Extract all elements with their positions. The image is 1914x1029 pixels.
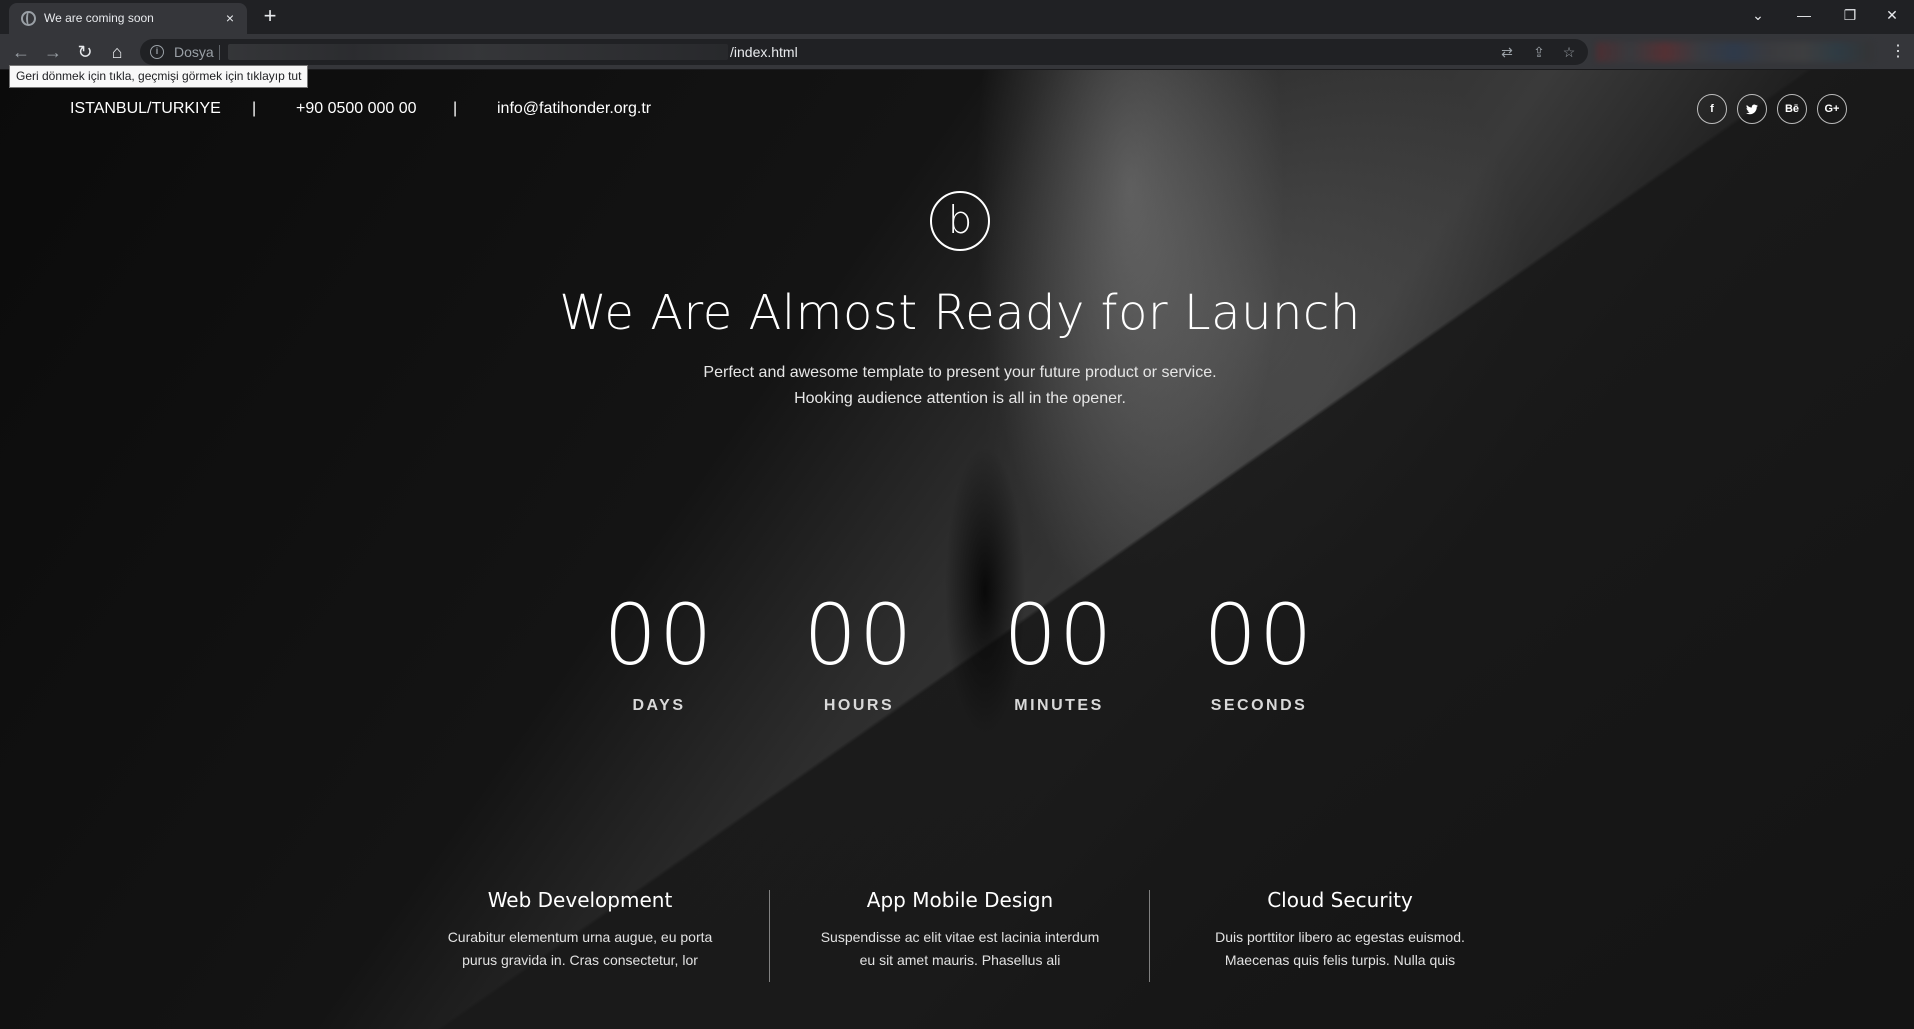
security-label[interactable]: Dosya [174, 44, 214, 60]
share-icon[interactable]: ⇪ [1530, 43, 1548, 61]
phone-text[interactable]: +90 0500 000 00 [296, 100, 417, 118]
home-button[interactable]: ⌂ [105, 41, 129, 63]
new-tab-button[interactable]: + [258, 4, 282, 28]
bookmark-star-icon[interactable]: ☆ [1560, 43, 1578, 61]
minimize-button[interactable]: — [1784, 3, 1824, 27]
countdown-hours: 00 [803, 586, 915, 684]
back-tooltip: Geri dönmek için tıkla, geçmişi görmek i… [9, 65, 309, 88]
countdown-seconds: 00 [1203, 586, 1315, 684]
feature-cloud-security: Cloud Security Duis porttitor libero ac … [1170, 888, 1510, 972]
globe-icon [21, 11, 36, 26]
feature-divider [1149, 890, 1150, 982]
countdown-days-label: DAYS [632, 697, 686, 714]
countdown-hours-label: HOURS [823, 697, 895, 714]
countdown-seconds-label: SECONDS [1210, 697, 1308, 714]
feature-app-mobile-design: App Mobile Design Suspendisse ac elit vi… [790, 888, 1130, 972]
subtitle-line-2: Hooking audience attention is all in the… [794, 390, 1126, 407]
extensions-area[interactable] [1596, 42, 1872, 62]
coming-soon-page: ISTANBUL/TURKIYE | +90 0500 000 00 | inf… [0, 70, 1914, 1029]
feature-title: App Mobile Design [866, 888, 1054, 912]
url-redacted [228, 44, 728, 60]
google-plus-icon[interactable]: G+ [1817, 94, 1847, 124]
separator: | [453, 100, 458, 117]
menu-icon[interactable]: ⋮ [1890, 41, 1906, 63]
back-button[interactable]: ← [9, 41, 33, 63]
location-text: ISTANBUL/TURKIYE [70, 100, 221, 117]
divider [219, 45, 220, 60]
email-link[interactable]: info@fatihonder.org.tr [497, 100, 651, 118]
info-icon[interactable]: i [150, 45, 164, 59]
facebook-icon[interactable]: f [1697, 94, 1727, 124]
feature-text: Curabitur elementum urna augue, eu porta… [447, 929, 713, 968]
translate-icon[interactable]: ⇄ [1498, 43, 1516, 61]
countdown-days: 00 [603, 586, 715, 684]
tab-close-icon[interactable]: × [221, 9, 239, 27]
separator: | [252, 100, 257, 117]
feature-title: Cloud Security [1267, 888, 1413, 912]
twitter-icon[interactable] [1737, 94, 1767, 124]
countdown-minutes: 00 [1003, 586, 1115, 684]
tab-title: We are coming soon [44, 11, 154, 25]
behance-icon[interactable]: Bē [1777, 94, 1807, 124]
browser-tab[interactable]: We are coming soon × [9, 3, 247, 34]
subtitle-line-1: Perfect and awesome template to present … [703, 364, 1217, 381]
restore-button[interactable]: ❐ [1830, 3, 1870, 27]
page-title: We Are Almost Ready for Launch [559, 285, 1361, 341]
feature-text: Suspendisse ac elit vitae est lacinia in… [820, 929, 1100, 968]
feature-text: Duis porttitor libero ac egestas euismod… [1215, 929, 1465, 968]
feature-title: Web Development [487, 888, 673, 912]
forward-button[interactable]: → [41, 41, 65, 63]
url-text[interactable]: /index.html [730, 44, 798, 60]
tab-search-icon[interactable]: ⌄ [1738, 3, 1778, 27]
feature-divider [769, 890, 770, 982]
close-window-button[interactable]: ✕ [1872, 3, 1912, 27]
browser-tab-bar: We are coming soon × + ⌄ — ❐ ✕ [0, 0, 1914, 34]
logo: b [930, 191, 990, 251]
reload-button[interactable]: ↻ [73, 41, 97, 63]
address-bar[interactable]: i Dosya /index.html ⇄ ⇪ ☆ [140, 39, 1588, 65]
feature-web-development: Web Development Curabitur elementum urna… [410, 888, 750, 972]
countdown-minutes-label: MINUTES [1014, 697, 1104, 714]
